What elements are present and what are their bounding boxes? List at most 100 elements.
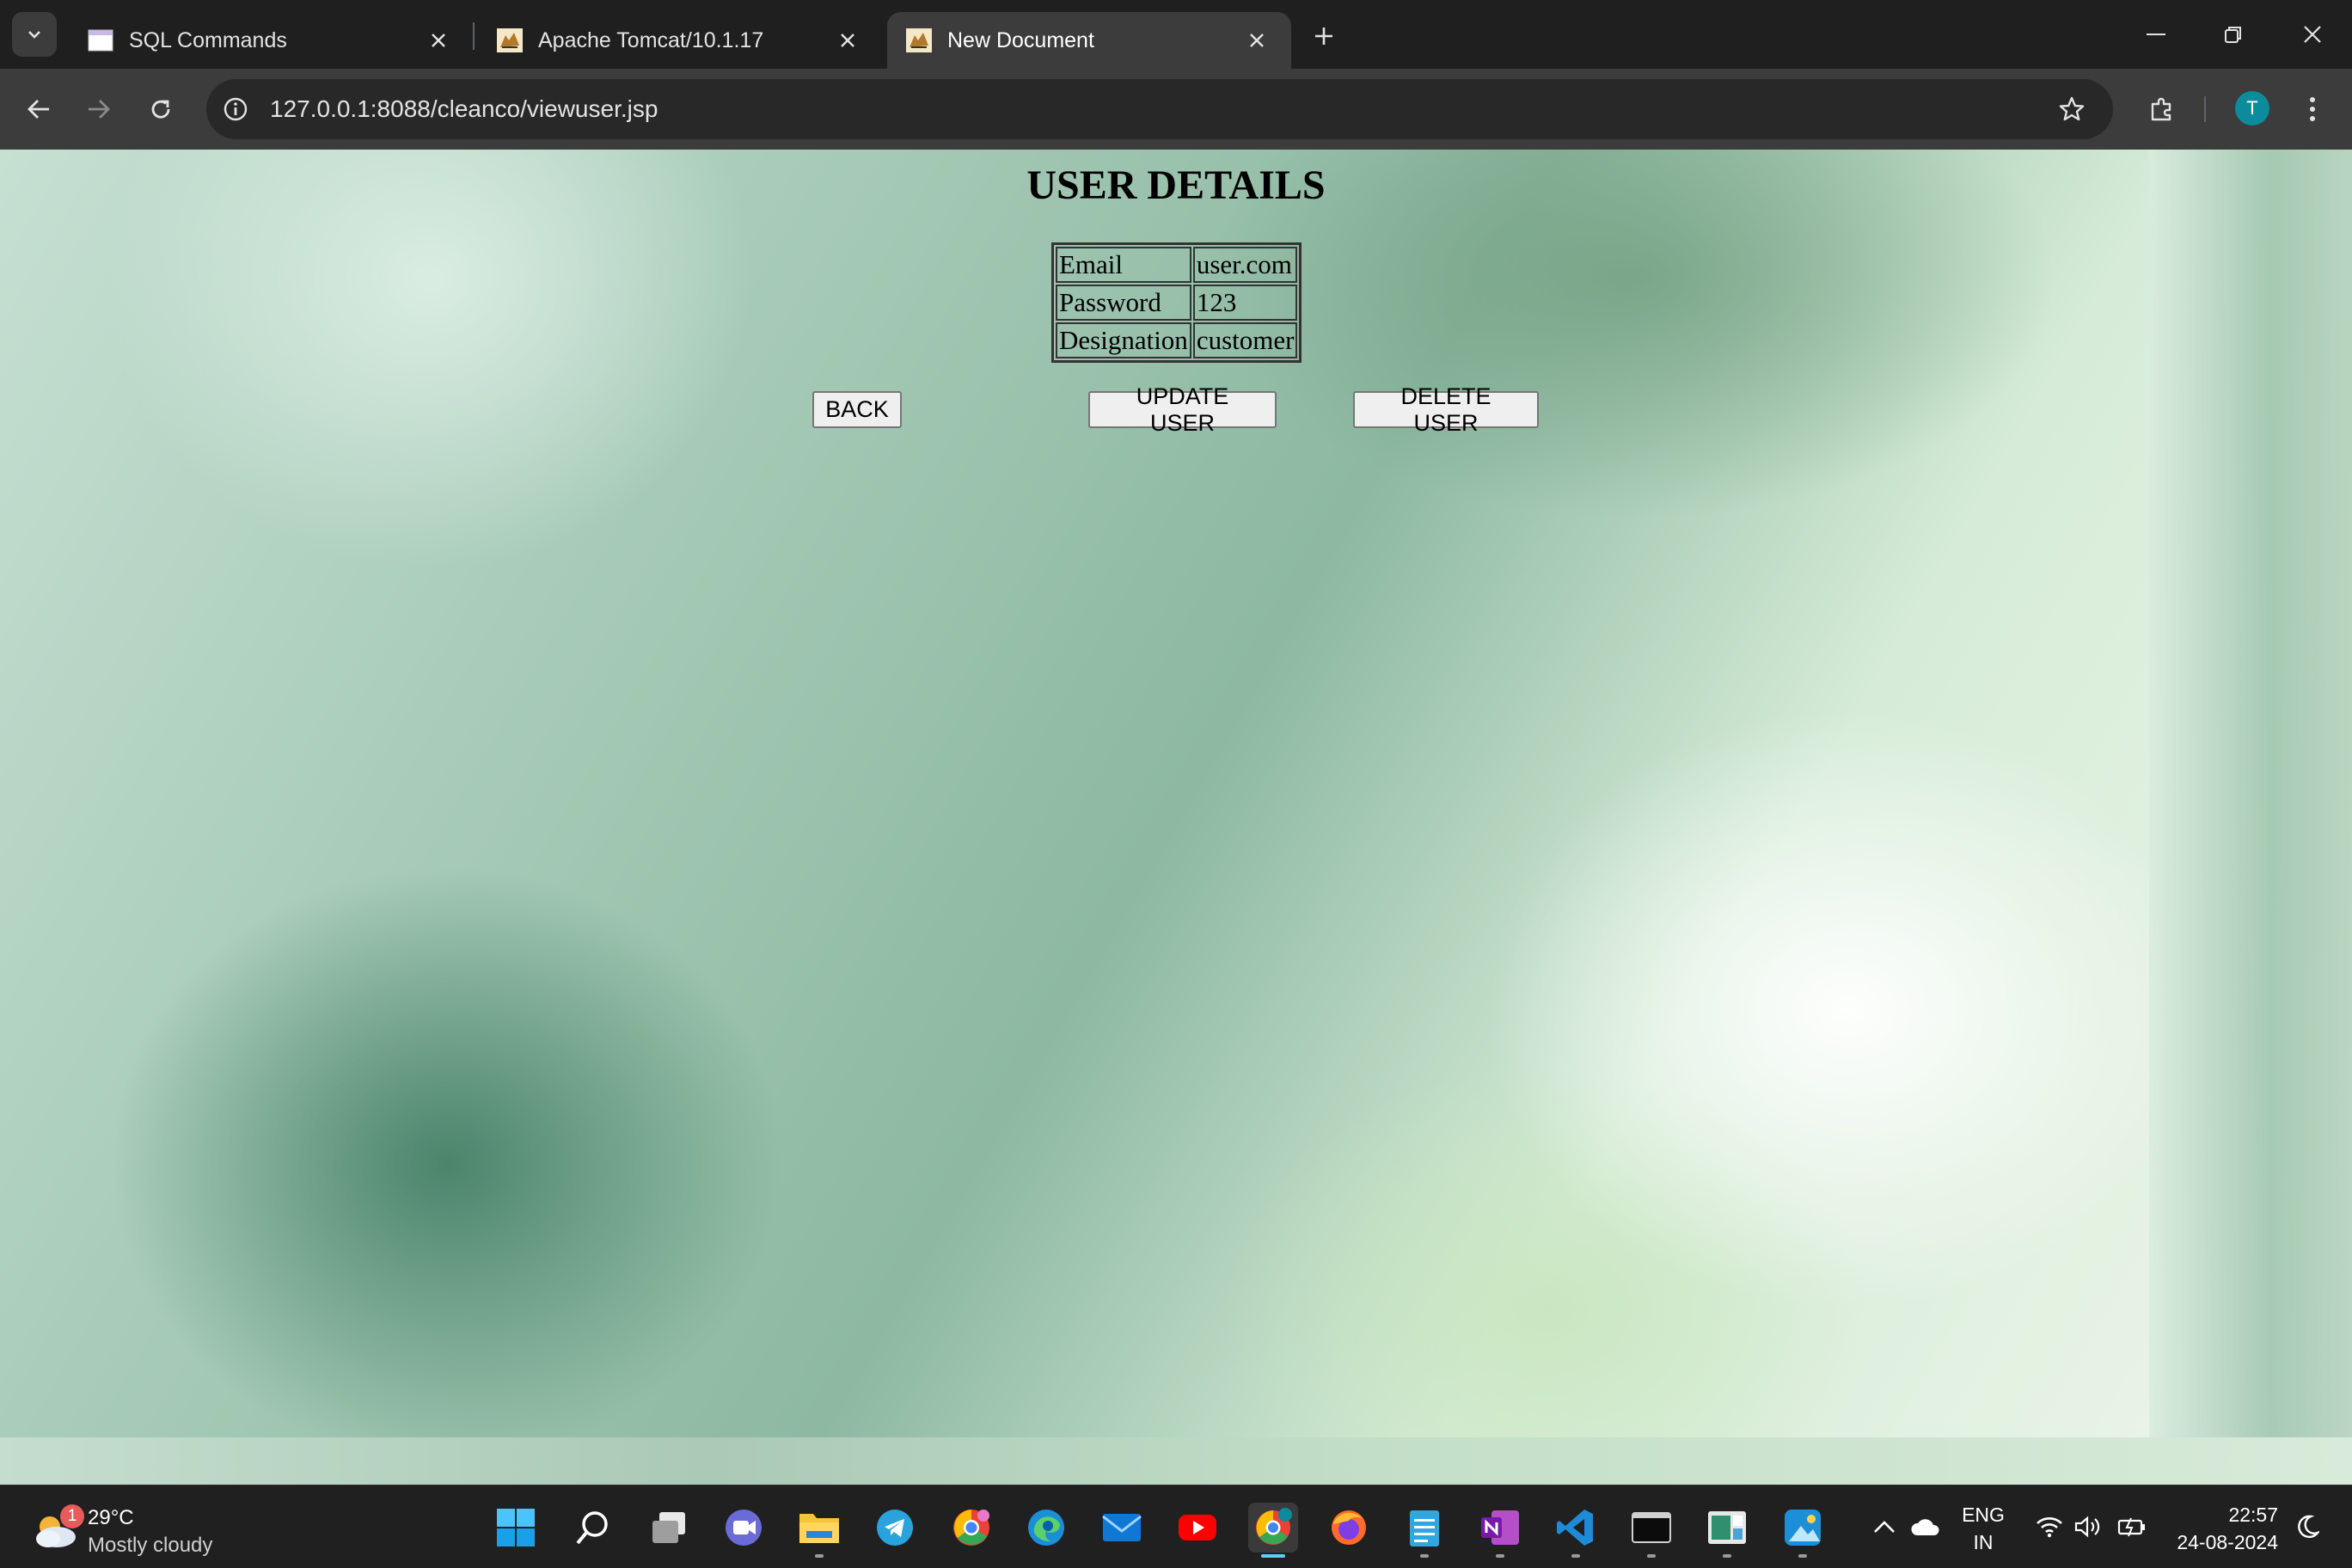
taskbar-search-button[interactable]	[568, 1503, 618, 1553]
tab-new-document[interactable]: New Document	[887, 12, 1291, 69]
more-vertical-icon	[2310, 97, 2315, 121]
email-value: user.com	[1192, 247, 1298, 283]
taskbar-youtube[interactable]	[1173, 1503, 1222, 1553]
arrow-left-icon	[28, 100, 49, 119]
close-icon[interactable]	[423, 25, 454, 56]
spreadsheet-app-icon	[1708, 1511, 1746, 1544]
clock-date: 24-08-2024	[2177, 1531, 2278, 1553]
taskbar-meet[interactable]	[719, 1503, 769, 1553]
taskbar-notepad[interactable]	[1400, 1503, 1449, 1558]
taskbar-vscode[interactable]	[1551, 1503, 1601, 1558]
table-row: Designation customer	[1056, 322, 1298, 358]
tab-sql-commands[interactable]: SQL Commands	[69, 12, 473, 69]
table-row: Email user.com	[1056, 247, 1298, 283]
task-view-button[interactable]	[644, 1503, 694, 1553]
onedrive-button[interactable]	[1908, 1510, 1943, 1544]
taskbar-file-explorer[interactable]	[794, 1503, 844, 1558]
restore-icon	[2225, 27, 2241, 43]
language-region: IN	[1973, 1531, 1994, 1553]
reload-button[interactable]	[139, 88, 182, 131]
running-indicator	[1647, 1554, 1656, 1558]
delete-user-button[interactable]: DELETE USER	[1353, 383, 1539, 436]
profile-avatar[interactable]: T	[2235, 91, 2269, 126]
tomcat-cat-icon	[497, 28, 523, 53]
page-title: USER DETAILS	[1026, 162, 1326, 208]
taskbar-clock[interactable]: 22:57 24-08-2024	[2158, 1501, 2278, 1556]
taskbar-firefox[interactable]	[1324, 1503, 1374, 1553]
password-label: Password	[1056, 285, 1191, 321]
minimize-icon	[2147, 34, 2165, 35]
task-view-icon	[652, 1512, 685, 1543]
toolbar-separator	[2204, 96, 2206, 122]
active-indicator	[1261, 1554, 1285, 1558]
taskbar-telegram[interactable]	[870, 1503, 920, 1553]
background-bottom-strip	[0, 1437, 2352, 1485]
taskbar-onenote[interactable]	[1475, 1503, 1525, 1558]
bookmark-star-icon[interactable]	[2055, 92, 2089, 126]
close-window-button[interactable]	[2287, 12, 2338, 57]
youtube-icon	[1179, 1515, 1216, 1540]
taskbar-spreadsheet-app[interactable]	[1702, 1503, 1752, 1558]
close-icon	[2304, 26, 2321, 43]
tab-search-button[interactable]	[12, 12, 57, 57]
weather-widget[interactable]: 1 29°C Mostly cloudy	[26, 1498, 249, 1558]
browser-menu-button[interactable]	[2295, 88, 2330, 131]
vscode-icon	[1557, 1510, 1593, 1546]
weather-condition: Mostly cloudy	[88, 1534, 213, 1557]
speaker-icon	[2074, 1516, 2100, 1538]
tab-title: SQL Commands	[129, 28, 287, 52]
taskbar-mail[interactable]	[1097, 1503, 1147, 1553]
forward-nav-button[interactable]	[77, 88, 120, 131]
clock-time: 22:57	[2228, 1504, 2278, 1526]
designation-label: Designation	[1056, 322, 1191, 358]
tab-apache-tomcat[interactable]: Apache Tomcat/10.1.17	[478, 12, 882, 69]
meet-icon	[726, 1510, 762, 1546]
table-row: Password 123	[1056, 285, 1298, 321]
start-icon	[497, 1509, 535, 1547]
browser-tab-strip: SQL Commands Apache Tomcat/10.1.17 New D…	[0, 0, 2352, 69]
update-user-button[interactable]: UPDATE USER	[1088, 383, 1277, 436]
user-details-table: Email user.com Password 123 Designation …	[1051, 242, 1302, 363]
url-text: 127.0.0.1:8088/cleanco/viewuser.jsp	[270, 95, 658, 122]
battery-status[interactable]	[2115, 1510, 2149, 1544]
search-icon	[576, 1511, 608, 1545]
show-hidden-icons-button[interactable]	[1867, 1510, 1902, 1544]
wifi-status[interactable]	[2032, 1510, 2067, 1544]
tab-title: Apache Tomcat/10.1.17	[538, 28, 764, 52]
taskbar-photos[interactable]	[1778, 1503, 1828, 1558]
document-window-icon	[88, 28, 113, 53]
telegram-icon	[877, 1510, 913, 1546]
running-indicator	[1496, 1554, 1504, 1558]
new-tab-button[interactable]	[1305, 17, 1343, 55]
taskbar-chrome-profile[interactable]	[946, 1503, 996, 1553]
plus-icon	[1315, 28, 1332, 45]
back-nav-button[interactable]	[17, 88, 60, 131]
password-value: 123	[1192, 285, 1298, 321]
wifi-icon	[2037, 1517, 2062, 1538]
running-indicator	[1571, 1554, 1580, 1558]
extensions-button[interactable]	[2141, 88, 2184, 131]
browser-toolbar: 127.0.0.1:8088/cleanco/viewuser.jsp T	[0, 69, 2352, 150]
close-icon[interactable]	[1241, 25, 1272, 56]
notepad-icon	[1410, 1510, 1439, 1547]
moon-icon	[2298, 1515, 2319, 1539]
volume-status[interactable]	[2070, 1510, 2104, 1544]
input-language-indicator[interactable]: ENG IN	[1953, 1501, 2013, 1556]
taskbar-edge[interactable]	[1021, 1503, 1071, 1553]
minimize-button[interactable]	[2130, 12, 2182, 57]
notification-center-button[interactable]	[2290, 1510, 2324, 1544]
restore-button[interactable]	[2208, 12, 2259, 57]
file-explorer-icon	[799, 1514, 839, 1543]
chevron-down-icon	[28, 31, 40, 39]
chevron-up-icon	[1874, 1521, 1895, 1533]
taskbar-chrome[interactable]	[1248, 1503, 1298, 1558]
email-label: Email	[1056, 247, 1191, 283]
close-icon[interactable]	[832, 25, 863, 56]
chrome-profile-icon	[953, 1510, 989, 1546]
taskbar-terminal[interactable]	[1626, 1503, 1676, 1558]
site-info-icon[interactable]	[218, 92, 253, 126]
notification-badge: 1	[60, 1504, 84, 1528]
address-bar[interactable]: 127.0.0.1:8088/cleanco/viewuser.jsp	[206, 79, 2113, 139]
start-button[interactable]	[491, 1503, 541, 1553]
back-button[interactable]: BACK	[812, 391, 902, 428]
